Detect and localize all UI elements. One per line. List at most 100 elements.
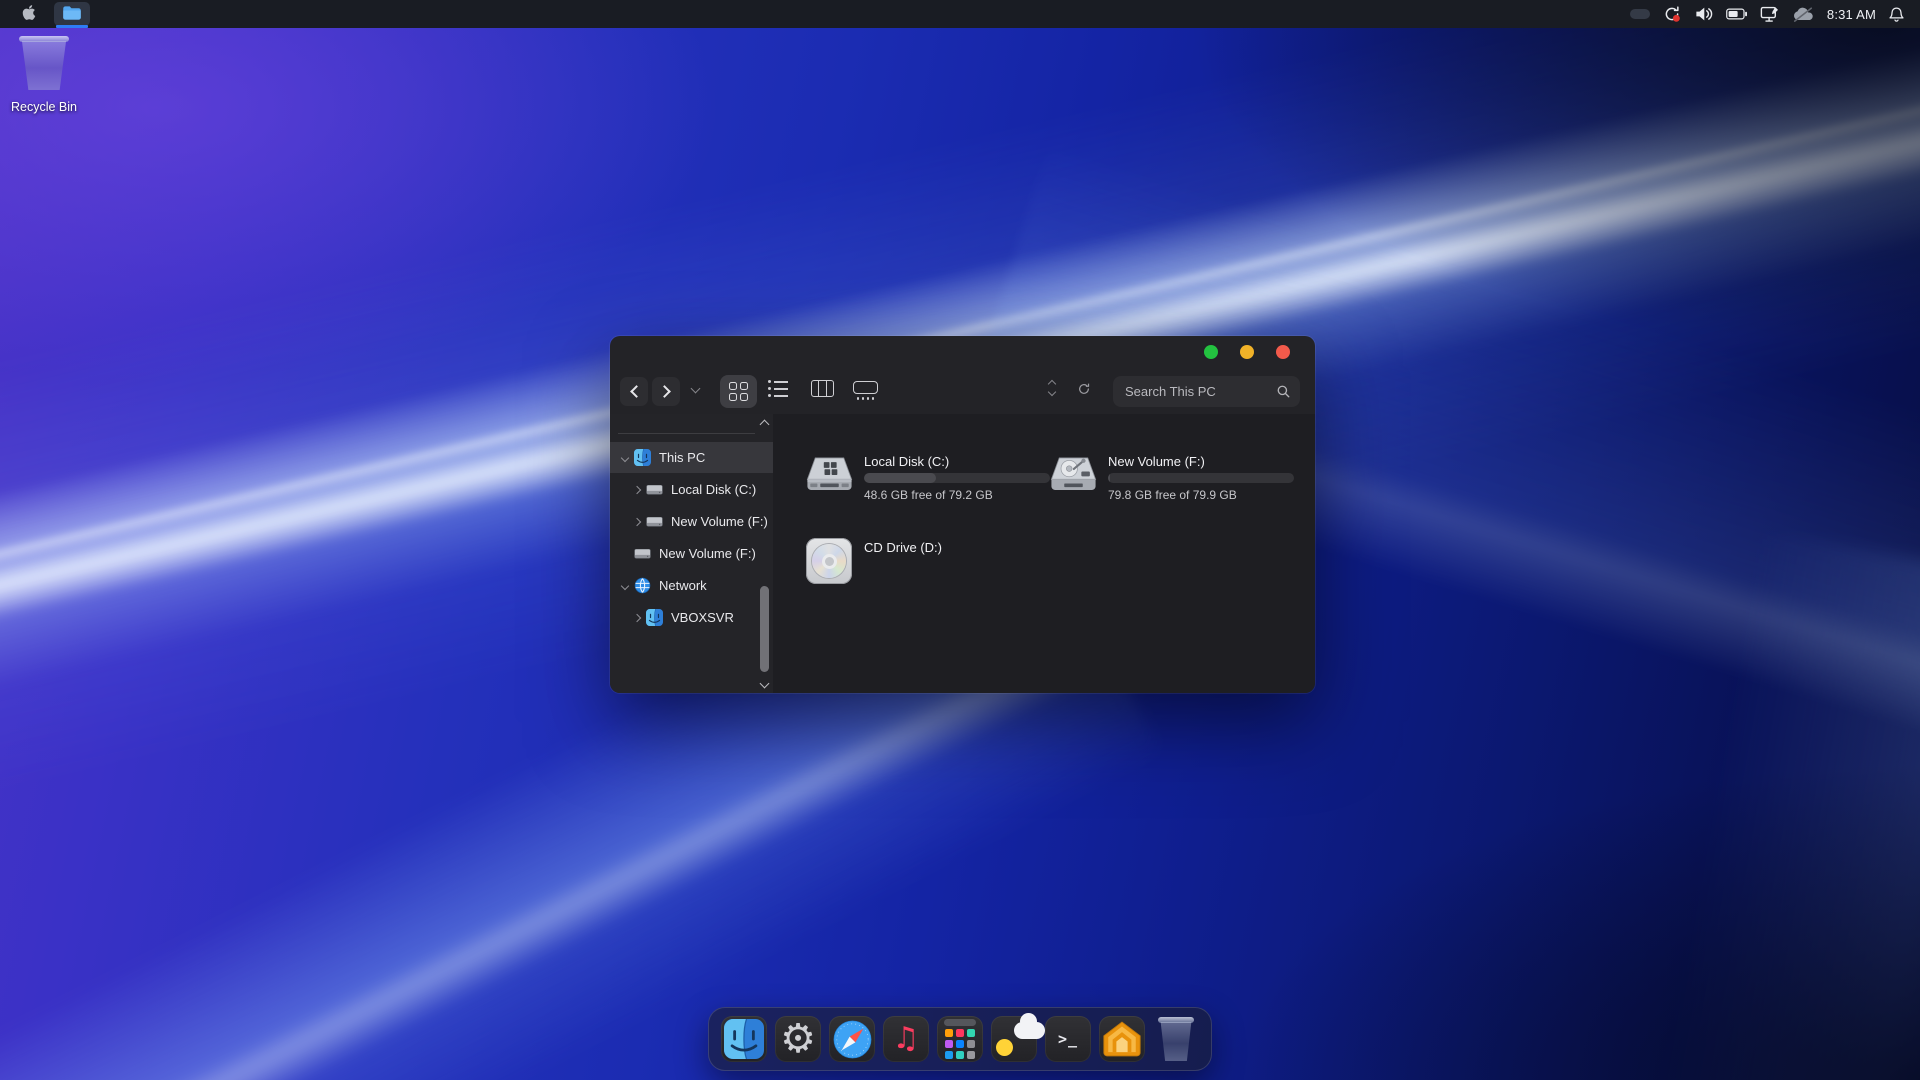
- dock-item-weather[interactable]: [991, 1016, 1037, 1062]
- history-dropdown-button[interactable]: [692, 385, 699, 392]
- dock-item-trash[interactable]: [1153, 1016, 1199, 1062]
- chevron-right-icon: [658, 385, 671, 398]
- chevron-down-icon: [691, 384, 701, 394]
- view-gallery-button[interactable]: [853, 381, 878, 400]
- window-toolbar: [610, 336, 1315, 414]
- scrollbar-thumb[interactable]: [760, 586, 769, 672]
- finder-icon: [646, 609, 664, 627]
- capacity-text: 48.6 GB free of 79.2 GB: [864, 488, 1050, 502]
- home-icon: [1102, 1020, 1142, 1058]
- dock-item-finder[interactable]: [721, 1016, 767, 1062]
- dock-item-terminal[interactable]: >_: [1045, 1016, 1091, 1062]
- hdd-windows-icon: [806, 450, 853, 500]
- chevron-right-icon[interactable]: [632, 613, 640, 621]
- sidebar-item-network[interactable]: Network: [610, 570, 773, 601]
- apple-menu-button[interactable]: [16, 0, 42, 28]
- settings-icon: ⚙: [780, 1019, 816, 1059]
- list-view-icon: [768, 380, 788, 397]
- scroll-down-arrow-icon[interactable]: [760, 679, 770, 689]
- dock-item-launchpad[interactable]: [937, 1016, 983, 1062]
- system-tray: 8:31 AM: [1630, 5, 1904, 23]
- menubar: 8:31 AM: [0, 0, 1920, 28]
- folder-icon: [62, 5, 82, 24]
- hdd-icon: [646, 513, 664, 531]
- chevron-left-icon: [630, 385, 643, 398]
- window-body: This PCLocal Disk (C:)New Volume (F:)New…: [610, 414, 1315, 693]
- refresh-button[interactable]: [1076, 381, 1092, 400]
- menubar-clock[interactable]: 8:31 AM: [1827, 7, 1876, 22]
- sidebar-item-label: New Volume (F:): [671, 514, 768, 529]
- sidebar-item-this-pc[interactable]: This PC: [610, 442, 773, 473]
- finder-icon: [724, 1019, 764, 1059]
- dock-item-safari[interactable]: [829, 1016, 875, 1062]
- cd-icon: [806, 536, 853, 586]
- columns-view-icon: [811, 380, 834, 397]
- back-button[interactable]: [620, 377, 648, 406]
- hdd-open-icon: [1050, 450, 1097, 500]
- dock: ⚙ ♫ >_: [708, 1007, 1212, 1071]
- hdd-icon: [646, 481, 664, 499]
- sidebar-item-local-disk-c[interactable]: Local Disk (C:): [610, 474, 773, 505]
- sidebar-item-label: New Volume (F:): [659, 546, 756, 561]
- sidebar-item-label: This PC: [659, 450, 705, 465]
- sidebar-scrollbar[interactable]: [758, 418, 771, 691]
- view-columns-button[interactable]: [811, 380, 834, 397]
- drive-item-new-volume-f[interactable]: New Volume (F:) 79.8 GB free of 79.9 GB: [1050, 450, 1294, 502]
- sidebar-item-label: Local Disk (C:): [671, 482, 756, 497]
- music-icon: ♫: [893, 1024, 920, 1054]
- tray-onedrive-icon[interactable]: [1792, 7, 1814, 22]
- sidebar-divider: [618, 433, 755, 434]
- tray-battery-icon[interactable]: [1726, 8, 1747, 20]
- grid-view-icon: [729, 382, 748, 401]
- drive-name: Local Disk (C:): [864, 454, 1050, 469]
- scroll-up-arrow-icon[interactable]: [760, 420, 770, 430]
- capacity-bar-fill: [864, 473, 936, 483]
- finder-icon: [634, 449, 652, 467]
- capacity-bar: [1108, 473, 1294, 483]
- chevron-down-icon[interactable]: [620, 581, 628, 589]
- search-input[interactable]: [1113, 376, 1300, 407]
- gallery-view-icon: [853, 381, 878, 400]
- refresh-icon: [1076, 385, 1092, 400]
- recycle-bin-label: Recycle Bin: [8, 100, 80, 114]
- active-app-file-manager[interactable]: [54, 2, 90, 26]
- sidebar-item-new-volume-f[interactable]: New Volume (F:): [610, 506, 773, 537]
- tray-volume-icon[interactable]: [1694, 6, 1713, 22]
- search-icon: [1276, 384, 1291, 404]
- drive-item-local-disk-c[interactable]: Local Disk (C:) 48.6 GB free of 79.2 GB: [806, 450, 1050, 502]
- capacity-bar: [864, 473, 1050, 483]
- active-app-indicator: [56, 25, 88, 28]
- forward-button[interactable]: [652, 377, 680, 406]
- recycle-bin-icon: [19, 36, 69, 90]
- capacity-text: 79.8 GB free of 79.9 GB: [1108, 488, 1294, 502]
- drive-item-cd-drive-d[interactable]: CD Drive (D:): [806, 536, 942, 586]
- tray-display-icon[interactable]: [1760, 6, 1779, 23]
- tray-hidden-icons-icon[interactable]: [1630, 9, 1650, 19]
- drive-list: Local Disk (C:)48.6 GB free of 79.2 GBNe…: [773, 414, 1315, 693]
- drive-name: CD Drive (D:): [864, 540, 942, 555]
- sidebar-item-label: Network: [659, 578, 707, 593]
- sort-button[interactable]: [1049, 381, 1055, 395]
- file-manager-window: This PCLocal Disk (C:)New Volume (F:)New…: [610, 336, 1315, 693]
- view-list-button[interactable]: [768, 380, 788, 397]
- drive-name: New Volume (F:): [1108, 454, 1294, 469]
- chevron-right-icon[interactable]: [632, 485, 640, 493]
- capacity-bar-fill: [1108, 473, 1110, 483]
- chevron-down-icon[interactable]: [620, 453, 628, 461]
- tray-notifications-icon[interactable]: [1889, 6, 1904, 23]
- sidebar-item-label: VBOXSVR: [671, 610, 734, 625]
- network-icon: [634, 577, 652, 595]
- sidebar-item-vboxsvr[interactable]: VBOXSVR: [610, 602, 773, 633]
- chevron-right-icon[interactable]: [632, 517, 640, 525]
- apple-logo-icon: [22, 4, 36, 24]
- dock-item-music[interactable]: ♫: [883, 1016, 929, 1062]
- search-box: [1113, 376, 1300, 407]
- view-grid-button[interactable]: [720, 375, 757, 408]
- trash-icon: [1158, 1017, 1194, 1061]
- tray-sync-status-icon[interactable]: [1663, 5, 1681, 23]
- sidebar: This PC Local Disk (C:) New Volume (F:) New…: [610, 414, 773, 693]
- sidebar-item-new-volume-f[interactable]: New Volume (F:): [610, 538, 773, 569]
- dock-item-home[interactable]: [1099, 1016, 1145, 1062]
- desktop-icon-recycle-bin[interactable]: Recycle Bin: [8, 36, 80, 114]
- dock-item-settings[interactable]: ⚙: [775, 1016, 821, 1062]
